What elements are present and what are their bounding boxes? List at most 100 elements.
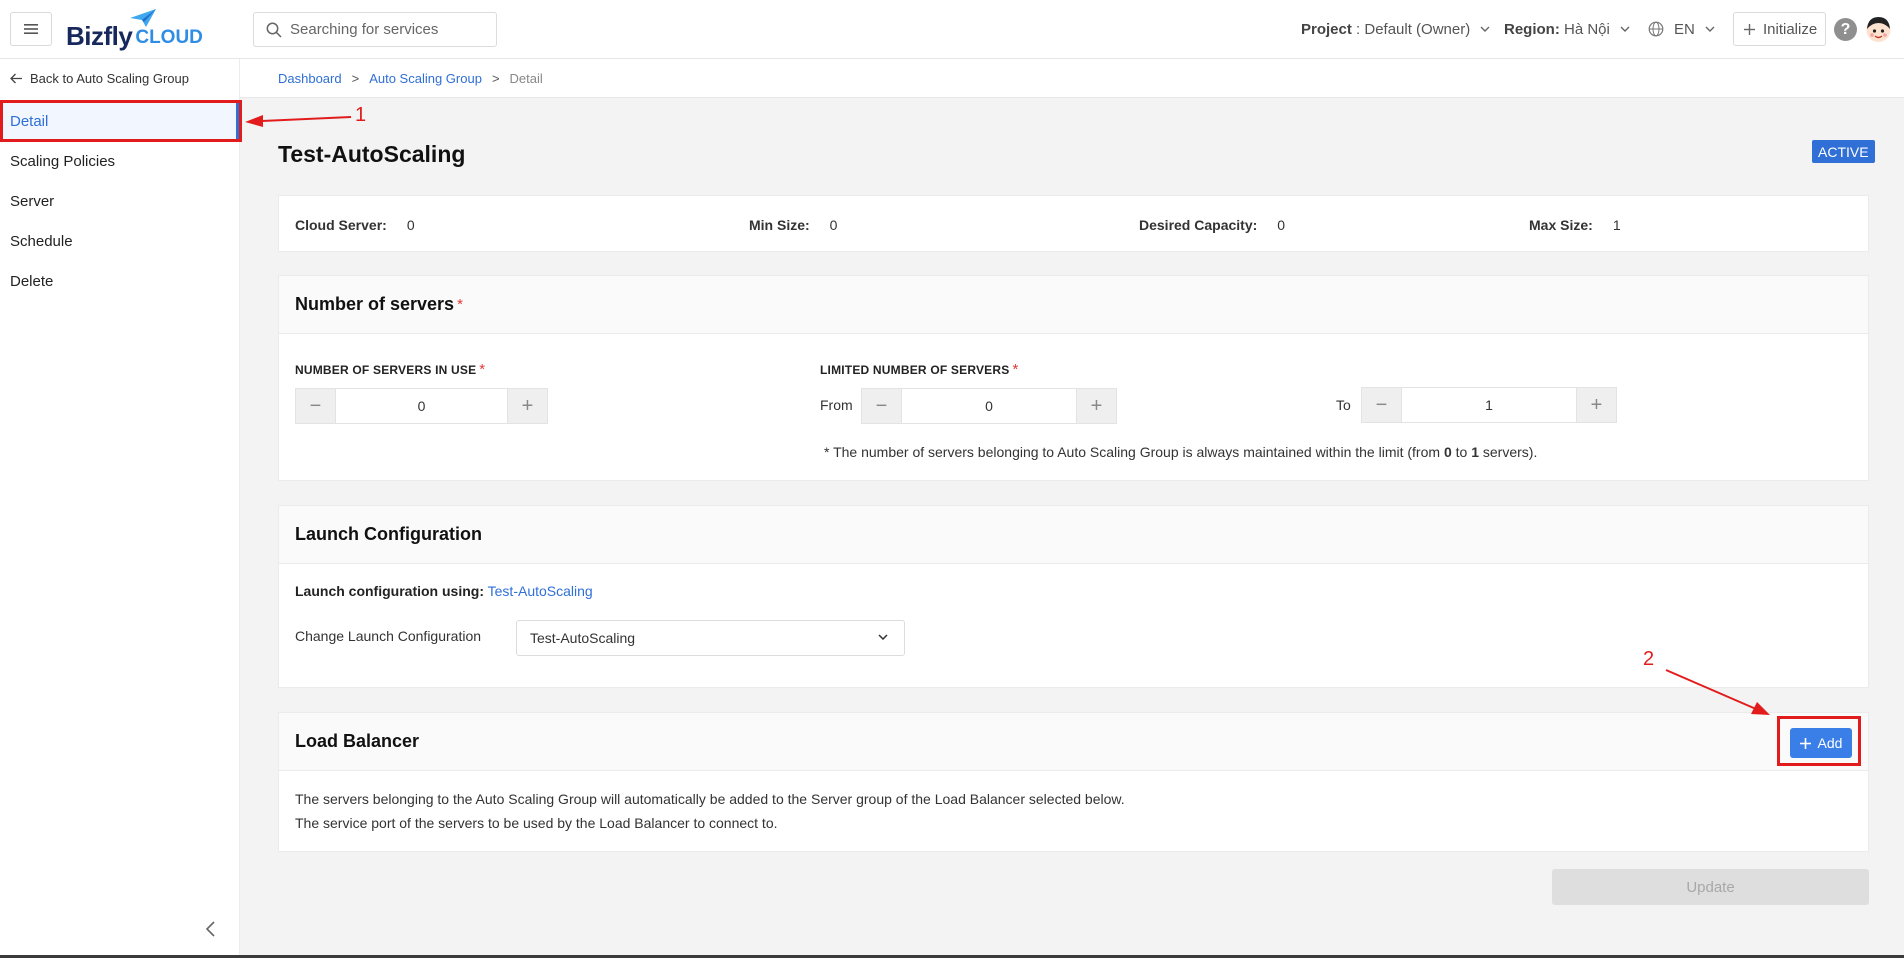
field-label-text: NUMBER OF SERVERS IN USE [295,363,477,377]
section-title-text: Load Balancer [295,731,420,751]
region-value: Hà Nội [1564,20,1610,38]
summary-card: Cloud Server: 0 Min Size: 0 Desired Capa… [278,195,1869,252]
stat-label: Max Size: [1529,216,1593,233]
note-text: servers). [1479,444,1538,460]
sidebar-item-delete[interactable]: Delete [0,261,239,301]
from-value[interactable]: 0 [901,389,1077,423]
project-value: : Default (Owner) [1356,20,1471,38]
stat-value: 0 [406,216,415,233]
section-title-text: Number of servers [295,294,455,314]
project-selector[interactable]: Project : Default (Owner) [1301,0,1490,58]
sidebar-item-label: Schedule [10,232,73,250]
launch-config-using: Launch configuration using: Test-AutoSca… [295,583,593,599]
stat-desired-capacity: Desired Capacity: 0 [1139,196,1285,253]
breadcrumb: Dashboard > Auto Scaling Group > Detail [240,59,1904,98]
stat-label: Min Size: [749,216,810,233]
load-balancer-description: The servers belonging to the Auto Scalin… [295,791,1125,807]
annotation-number-2: 2 [1643,648,1655,670]
from-label: From [820,397,853,413]
decrement-button[interactable]: − [862,389,901,423]
stat-min-size: Min Size: 0 [749,196,837,253]
logo-sub-text: CLOUD [135,27,203,49]
note-to-value: 1 [1471,444,1479,460]
from-stepper[interactable]: − 0 + [861,388,1117,424]
globe-icon [1648,21,1664,37]
sidebar-item-label: Delete [10,272,54,290]
stat-max-size: Max Size: 1 [1529,196,1621,253]
chevron-down-icon [1620,26,1630,32]
to-stepper[interactable]: − 1 + [1361,387,1617,423]
required-mark: * [1012,361,1019,378]
page-title: Test-AutoScaling [278,141,466,167]
arrow-left-icon [10,73,22,84]
top-header: Bizfly CLOUD Project : Default (Owner) R… [0,0,1904,59]
sidebar-item-scaling-policies[interactable]: Scaling Policies [0,141,239,181]
load-balancer-card: Load Balancer The servers belonging to t… [278,712,1869,852]
logo-main-text: Bizfly [66,21,133,51]
breadcrumb-current: Detail [509,70,543,86]
section-title: Number of servers * [279,276,1868,334]
language-selector[interactable]: EN [1648,0,1715,58]
breadcrumb-separator: > [491,70,500,86]
decrement-button[interactable]: − [1362,388,1401,422]
initialize-label: Initialize [1763,20,1818,38]
annotation-highlight-add [1777,716,1861,766]
sidebar-item-schedule[interactable]: Schedule [0,221,239,261]
stat-value: 1 [1612,216,1621,233]
sidebar: Back to Auto Scaling Group Detail Scalin… [0,59,240,958]
back-link-label: Back to Auto Scaling Group [30,71,189,86]
sidebar-item-label: Scaling Policies [10,152,116,170]
section-title: Launch Configuration [279,506,1868,564]
help-icon[interactable]: ? [1834,18,1857,41]
required-mark: * [457,296,463,313]
required-mark: * [479,361,486,378]
stat-cloud-server: Cloud Server: 0 [295,196,415,253]
annotation-number-1: 1 [355,104,367,126]
launch-config-link[interactable]: Test-AutoScaling [488,583,593,599]
menu-button[interactable] [10,12,52,46]
stat-value: 0 [829,216,838,233]
increment-button[interactable]: + [508,389,547,423]
project-label: Project [1301,20,1352,38]
limited-servers-label: LIMITED NUMBER OF SERVERS * [820,361,1019,378]
search-input[interactable] [290,21,480,38]
increment-button[interactable]: + [1077,389,1116,423]
chevron-down-icon [1480,26,1490,32]
launch-config-select[interactable]: Test-AutoScaling [516,620,905,656]
increment-button[interactable]: + [1577,388,1616,422]
note-from-value: 0 [1443,444,1452,460]
change-launch-config-label: Change Launch Configuration [295,628,482,644]
initialize-button[interactable]: Initialize [1733,12,1826,46]
to-value[interactable]: 1 [1401,388,1577,422]
chevron-down-icon [1705,26,1715,32]
avatar[interactable] [1865,16,1892,43]
annotation-arrow-1 [245,115,352,127]
decrement-button[interactable]: − [296,389,335,423]
annotation-highlight-detail [0,100,242,142]
servers-in-use-label: NUMBER OF SERVERS IN USE * [295,361,485,378]
breadcrumb-separator: > [351,70,360,86]
field-label-text: LIMITED NUMBER OF SERVERS [820,363,1010,377]
servers-in-use-value[interactable]: 0 [335,389,508,423]
section-title: Load Balancer [279,713,1868,771]
region-selector[interactable]: Region: Hà Nội [1504,0,1630,58]
update-button[interactable]: Update [1552,869,1869,905]
region-label: Region: [1504,20,1560,38]
search-box[interactable] [253,12,497,47]
paper-plane-icon [130,9,156,27]
note-text: to [1451,444,1472,460]
servers-in-use-stepper[interactable]: − 0 + [295,388,548,424]
back-link[interactable]: Back to Auto Scaling Group [0,59,239,98]
number-of-servers-card: Number of servers * NUMBER OF SERVERS IN… [278,275,1869,481]
breadcrumb-dashboard[interactable]: Dashboard [278,71,342,86]
stat-label: Desired Capacity: [1139,216,1258,233]
hamburger-icon [24,24,38,34]
launch-config-using-label: Launch configuration using: [295,583,484,599]
sidebar-item-server[interactable]: Server [0,181,239,221]
bizfly-logo[interactable]: Bizfly CLOUD [66,9,203,51]
sidebar-item-label: Server [10,192,55,210]
breadcrumb-auto-scaling-group[interactable]: Auto Scaling Group [369,71,482,86]
collapse-sidebar-icon[interactable] [205,921,217,937]
search-icon [266,22,282,38]
plus-icon [1744,23,1755,35]
